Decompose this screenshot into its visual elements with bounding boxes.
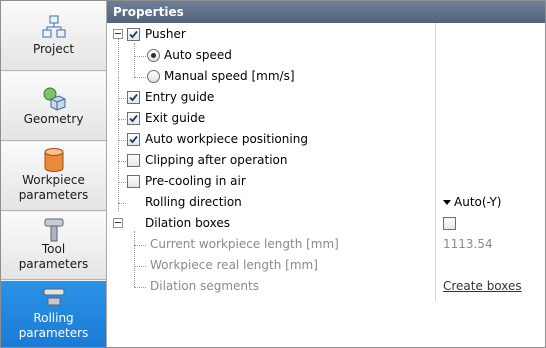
property-label: Dilation segments: [150, 279, 259, 293]
create-boxes-link[interactable]: Create boxes: [443, 276, 522, 297]
property-label: Exit guide: [145, 111, 206, 125]
window-frame: Project Geometry Workpiece parameters To…: [0, 0, 546, 348]
property-row-exit-guide: Exit guide: [107, 108, 545, 129]
property-label: Dilation boxes: [145, 216, 231, 230]
property-row-pusher: Pusher: [107, 24, 545, 45]
entry-guide-checkbox[interactable]: [127, 91, 140, 104]
property-row-rolling-direction: Rolling direction Auto(-Y): [107, 192, 545, 213]
property-row-auto-speed: Auto speed: [107, 45, 545, 66]
real-length-input[interactable]: [443, 255, 533, 276]
nav-label: Rolling: [33, 311, 74, 325]
property-label: Auto speed: [164, 48, 232, 62]
property-row-dilation-boxes: Dilation boxes: [107, 213, 545, 234]
nav-item-project[interactable]: Project: [1, 1, 106, 71]
nav-item-geometry[interactable]: Geometry: [1, 72, 106, 141]
property-row-dilation-segments: Dilation segments Create boxes: [107, 276, 545, 297]
property-row-entry-guide: Entry guide: [107, 87, 545, 108]
project-tree-icon: [42, 15, 66, 42]
nav-label: parameters: [18, 326, 89, 340]
geometry-cube-icon: [41, 86, 67, 115]
property-row-precooling: Pre-cooling in air: [107, 171, 545, 192]
panel-title: Properties: [107, 1, 545, 23]
manual-speed-radio[interactable]: [147, 70, 160, 83]
property-row-real-length: Workpiece real length [mm]: [107, 255, 545, 276]
nav-label: parameters: [18, 257, 89, 271]
workpiece-cylinder-icon: [42, 147, 66, 176]
precooling-checkbox[interactable]: [127, 175, 140, 188]
dilation-boxes-checkbox[interactable]: [443, 217, 456, 230]
category-nav: Project Geometry Workpiece parameters To…: [1, 1, 107, 347]
nav-label: parameters: [18, 188, 89, 202]
nav-item-rolling-parameters[interactable]: Rolling parameters: [1, 281, 106, 347]
nav-label: Geometry: [23, 112, 84, 126]
collapse-toggle[interactable]: [113, 218, 123, 228]
property-label: Rolling direction: [145, 195, 242, 209]
nav-label: Workpiece: [22, 173, 85, 187]
property-row-auto-positioning: Auto workpiece positioning: [107, 129, 545, 150]
property-label: Pusher: [145, 27, 186, 41]
property-row-current-length: Current workpiece length [mm] 1113.54: [107, 234, 545, 255]
pusher-checkbox[interactable]: [127, 28, 140, 41]
collapse-toggle[interactable]: [113, 29, 123, 39]
property-label: Entry guide: [145, 90, 215, 104]
nav-label: Tool: [41, 242, 66, 256]
rolling-anvil-icon: [42, 287, 66, 310]
nav-label: Project: [32, 42, 75, 56]
nav-item-tool-parameters[interactable]: Tool parameters: [1, 212, 106, 280]
property-row-manual-speed: Manual speed [mm/s]: [107, 66, 545, 87]
rolling-direction-select[interactable]: Auto(-Y): [454, 192, 501, 213]
property-label: Auto workpiece positioning: [145, 132, 308, 146]
nav-item-workpiece-parameters[interactable]: Workpiece parameters: [1, 142, 106, 211]
dropdown-arrow-icon[interactable]: [443, 200, 451, 205]
auto-positioning-checkbox[interactable]: [127, 133, 140, 146]
auto-speed-radio[interactable]: [147, 49, 160, 62]
property-label: Manual speed [mm/s]: [164, 69, 295, 83]
properties-panel: Properties Pusher Auto speed Manual spee…: [107, 1, 545, 347]
exit-guide-checkbox[interactable]: [127, 112, 140, 125]
property-label: Pre-cooling in air: [145, 174, 246, 188]
property-label: Current workpiece length [mm]: [150, 237, 339, 251]
property-row-clipping: Clipping after operation: [107, 150, 545, 171]
clipping-checkbox[interactable]: [127, 154, 140, 167]
current-length-value: 1113.54: [443, 237, 493, 251]
property-label: Clipping after operation: [145, 153, 288, 167]
property-label: Workpiece real length [mm]: [150, 258, 318, 272]
